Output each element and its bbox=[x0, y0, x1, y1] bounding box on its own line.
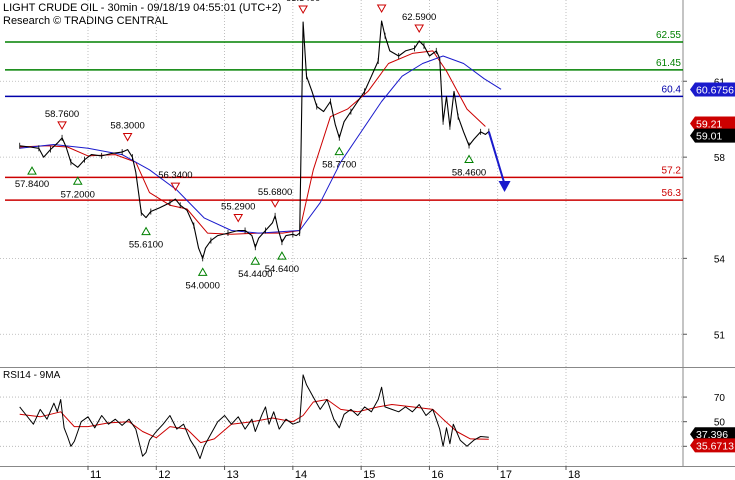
x-tick-label: 17 bbox=[500, 469, 512, 480]
peak-label: 58.7600 bbox=[45, 109, 79, 120]
price-tick-label: 51 bbox=[714, 330, 726, 341]
x-tick-label: 11 bbox=[90, 469, 101, 480]
trough-marker bbox=[197, 267, 208, 276]
trough-marker bbox=[464, 154, 474, 164]
x-tick-label: 14 bbox=[295, 469, 307, 480]
peak-label: 56.3400 bbox=[158, 170, 192, 181]
rsi-tick-label: 70 bbox=[714, 393, 726, 404]
price-line bbox=[19, 20, 490, 259]
x-tick-label: 12 bbox=[158, 469, 170, 480]
trough-label: 54.0000 bbox=[186, 280, 220, 291]
trough-marker bbox=[27, 166, 37, 175]
trough-label: 57.2000 bbox=[61, 189, 95, 200]
level-label: 56.3 bbox=[662, 188, 682, 199]
trough-marker bbox=[72, 176, 83, 185]
peak-label: 63.3800 bbox=[364, 0, 398, 3]
peak-label: 58.3000 bbox=[110, 121, 144, 132]
x-tick-label: 13 bbox=[227, 469, 239, 480]
peak-label: 55.2900 bbox=[221, 202, 255, 213]
peak-label: 63.3400 bbox=[286, 0, 320, 4]
indicator-title: RSI14 - 9MA bbox=[3, 370, 61, 381]
price-badge-label: 59.01 bbox=[696, 131, 722, 143]
trough-label: 54.6400 bbox=[265, 264, 299, 275]
trough-marker bbox=[334, 146, 345, 156]
forecast-arrowhead bbox=[498, 181, 511, 193]
peak-marker bbox=[122, 133, 133, 142]
peak-label: 62.5900 bbox=[402, 12, 436, 23]
x-tick-label: 15 bbox=[363, 469, 375, 480]
peak-marker bbox=[233, 214, 244, 223]
forecast-line bbox=[487, 131, 506, 185]
trough-label: 58.4600 bbox=[452, 168, 486, 179]
trough-label: 58.7700 bbox=[322, 160, 356, 171]
peak-marker bbox=[57, 121, 67, 130]
price-tick-label: 54 bbox=[714, 254, 726, 265]
rsi-tick-label: 50 bbox=[714, 418, 726, 429]
peak-marker bbox=[414, 24, 425, 34]
x-tick-label: 18 bbox=[568, 469, 580, 480]
peak-marker bbox=[298, 5, 308, 15]
trough-marker bbox=[141, 226, 151, 236]
peak-label: 55.6800 bbox=[258, 187, 292, 198]
level-label: 62.55 bbox=[656, 30, 681, 41]
level-label: 60.4 bbox=[662, 84, 682, 95]
level-label: 57.2 bbox=[662, 165, 682, 176]
price-tick-label: 58 bbox=[714, 153, 726, 164]
x-tick-label: 16 bbox=[431, 469, 443, 480]
ma-slow-line bbox=[19, 55, 502, 234]
level-label: 61.45 bbox=[656, 58, 681, 69]
price-chart: 51545861111213141516171862.5561.4560.457… bbox=[0, 0, 735, 480]
peak-marker bbox=[376, 4, 387, 14]
trough-label: 57.8400 bbox=[15, 179, 49, 190]
rsi-badge-label: 35.6713 bbox=[696, 440, 734, 452]
price-badge-label: 60.6756 bbox=[696, 84, 734, 96]
trough-label: 55.6100 bbox=[129, 240, 163, 251]
